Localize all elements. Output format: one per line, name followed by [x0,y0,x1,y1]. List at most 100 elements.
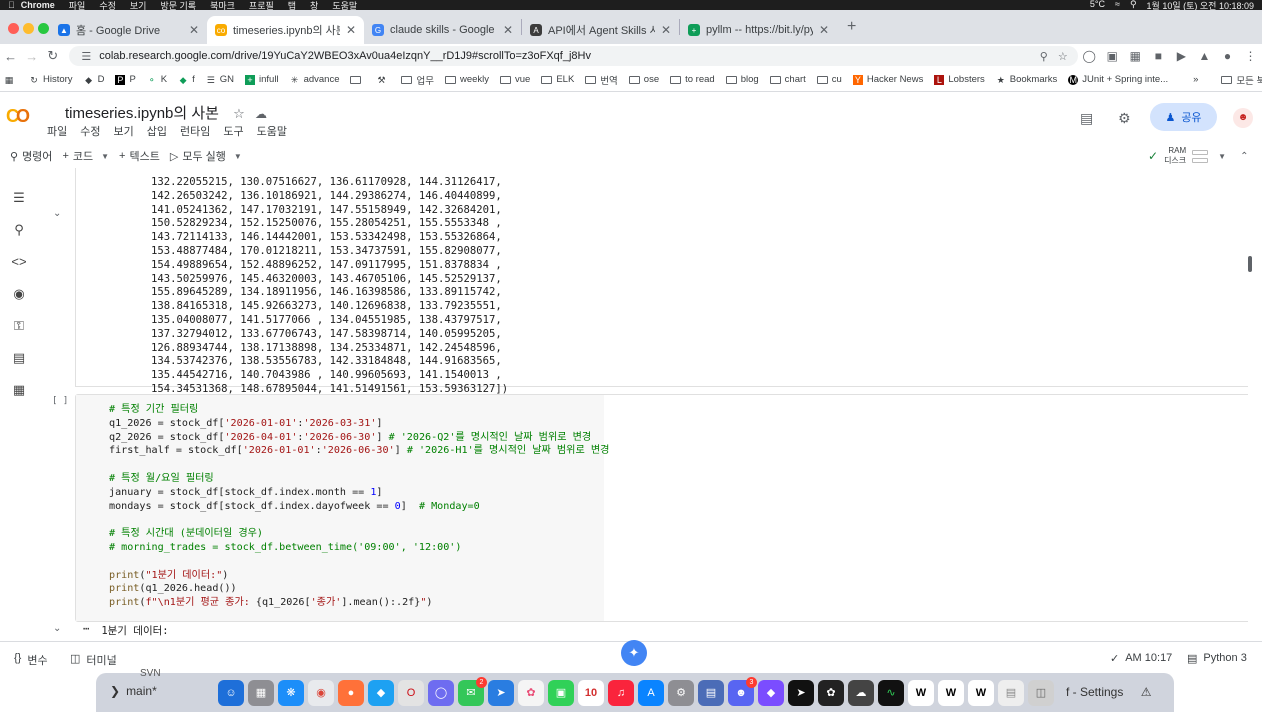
bookmark-folder-ose[interactable]: ose [628,74,659,85]
code-text[interactable]: # 특정 기간 필터링 q1_2026 = stock_df['2026-01-… [109,403,609,610]
settings-gear-icon[interactable]: ⚙ [1118,110,1131,127]
bookmark-tools[interactable]: ⚒ [376,75,390,85]
variables-inspector-icon[interactable]: ◉ [11,286,27,302]
menu-view[interactable]: 보기 [114,123,134,139]
music-icon[interactable]: ♫ [608,679,634,706]
files-folder-icon[interactable]: ▤ [11,350,27,366]
bookmark-folder-translate[interactable]: 번역 [585,73,618,87]
menubar-profile[interactable]: 프로필 [249,0,274,11]
notes-icon[interactable]: ▤ [698,679,724,706]
more-options-icon[interactable]: ⋯ [83,623,89,638]
bookmark-f[interactable]: ◆ f [178,74,195,85]
tab-google-search[interactable]: G claude skills - Google Search ✕ [364,16,521,44]
data-table-icon[interactable]: ▦ [11,382,27,398]
menubar-help[interactable]: 도움말 [332,0,357,11]
bookmark-star-icon[interactable]: ☆ [1058,50,1068,63]
close-icon[interactable]: ✕ [346,23,356,37]
bookmark-bookmarks[interactable]: ★ Bookmarks [996,74,1058,85]
calendar-icon[interactable]: 10 [578,679,604,706]
runtime-resources[interactable]: ✓ RAM 디스크 ▼ ⌃ [1148,146,1248,166]
extension-icon[interactable]: ▶ [1170,49,1193,63]
close-icon[interactable]: ✕ [819,23,829,37]
terminal-button[interactable]: ◫ 터미널 [70,652,117,668]
bookmark-folder-vue[interactable]: vue [500,74,530,85]
code-editor[interactable]: # 특정 기간 필터링 q1_2026 = stock_df['2026-01-… [76,395,609,621]
new-tab-button[interactable]: + [837,18,866,36]
close-icon[interactable]: ✕ [503,23,513,37]
testflight-icon[interactable]: ➤ [488,679,514,706]
close-icon[interactable]: ✕ [661,23,671,37]
bookmark-lobsters[interactable]: L Lobsters [934,74,985,85]
menu-file[interactable]: 파일 [47,123,67,139]
code-cell[interactable]: # 특정 기간 필터링 q1_2026 = stock_df['2026-01-… [75,394,1248,622]
menubar-history[interactable]: 방문 기록 [160,0,196,11]
app-store-icon[interactable]: A [638,679,664,706]
tab-colab-notebook[interactable]: co timeseries.ipynb의 사본 - Cola ✕ [207,16,364,44]
launchpad-icon[interactable]: ▦ [248,679,274,706]
camera-icon[interactable]: ▣ [1101,49,1124,63]
tab-google-drive[interactable]: ▲ 홈 - Google Drive ✕ [50,16,207,44]
bookmark-folder[interactable] [350,75,365,84]
chevron-down-icon[interactable]: ▼ [101,152,109,161]
bookmark-folder-chart[interactable]: chart [769,74,806,85]
search-icon[interactable]: ⚲ [1130,0,1137,10]
menu-help[interactable]: 도움말 [257,123,287,139]
all-bookmarks[interactable]: 모든 북마크 [1221,73,1262,87]
window-close-button[interactable] [8,23,19,34]
forward-button[interactable]: → [21,49,42,64]
menubar-tab[interactable]: 탭 [288,0,296,11]
discord-icon[interactable]: ☻ 3 [728,676,757,706]
code-snippets-icon[interactable]: <> [11,254,27,270]
bookmark-p[interactable]: PP [115,74,136,85]
secrets-key-icon[interactable]: ⚿ [11,318,27,334]
share-button[interactable]: ♟ 공유 [1150,103,1217,131]
puzzle-icon[interactable]: ▲ [1193,49,1216,63]
chrome-icon[interactable]: ◉ [308,679,334,706]
chatgpt-icon[interactable]: ✿ [818,679,844,706]
menubar-edit[interactable]: 수정 [99,0,116,11]
comments-icon[interactable]: ▤ [1080,110,1093,127]
weather-status[interactable]: 5°C [1090,0,1105,10]
menubar-app-name[interactable]: Chrome [21,0,55,10]
close-icon[interactable]: ✕ [189,23,199,37]
runtime-type[interactable]: ▤ Python 3 [1187,652,1247,665]
apps-icon[interactable]: ▦ [4,75,18,85]
bookmark-folder-to-read[interactable]: to read [670,74,715,85]
warp-icon[interactable]: W [968,679,994,706]
site-info-icon[interactable]: ☰ [81,50,91,63]
menu-edit[interactable]: 수정 [80,123,100,139]
window-minimize-button[interactable] [23,23,34,34]
extension-icon[interactable]: ■ [1147,49,1170,63]
bookmark-k[interactable]: ⚬ K [147,74,167,85]
notebook-title[interactable]: timeseries.ipynb의 사본 [65,105,219,122]
messages-icon[interactable]: ✉ 2 [458,676,487,706]
warp-icon[interactable]: W [908,679,934,706]
menubar-file[interactable]: 파일 [69,0,86,11]
window-zoom-button[interactable] [38,23,49,34]
extension-icon[interactable]: ▦ [1124,49,1147,63]
safari-icon[interactable]: ❋ [278,679,304,706]
bookmark-folder-cu[interactable]: cu [816,74,842,85]
more-menu-icon[interactable]: ⋮ [1239,49,1262,63]
profile-icon[interactable]: ● [1216,49,1239,63]
menubar-clock[interactable]: 1월 10일 (토) 오전 10:18:09 [1147,0,1254,11]
apple-icon[interactable]:  [8,0,15,10]
collapse-header-icon[interactable]: ⌃ [1240,151,1248,162]
add-text-button[interactable]: + 텍스트 [119,148,160,164]
colab-logo[interactable]: CO [6,106,30,127]
bookmark-hacker-news[interactable]: Y Hacker News [852,74,923,85]
opera-icon[interactable]: O [398,679,424,706]
warp-icon[interactable]: W [938,679,964,706]
find-replace-icon[interactable]: ⚲ [11,222,27,238]
menubar-window[interactable]: 창 [310,0,318,11]
photos-icon[interactable]: ✿ [518,679,544,706]
tab-agent-skills[interactable]: A API에서 Agent Skills 시작하기 - ✕ [522,16,679,44]
command-palette-button[interactable]: ⚲ 명령어 [10,148,52,164]
table-of-contents-icon[interactable]: ☰ [11,190,27,206]
chevron-down-icon[interactable]: ▼ [1218,152,1226,161]
system-settings-icon[interactable]: ⚙ [668,679,694,706]
add-code-button[interactable]: + 코드 ▼ [62,148,109,164]
menubar-bookmarks[interactable]: 북마크 [210,0,235,11]
zoom-icon[interactable]: ⚲ [1040,50,1048,63]
variables-button[interactable]: {} 변수 [14,652,48,668]
